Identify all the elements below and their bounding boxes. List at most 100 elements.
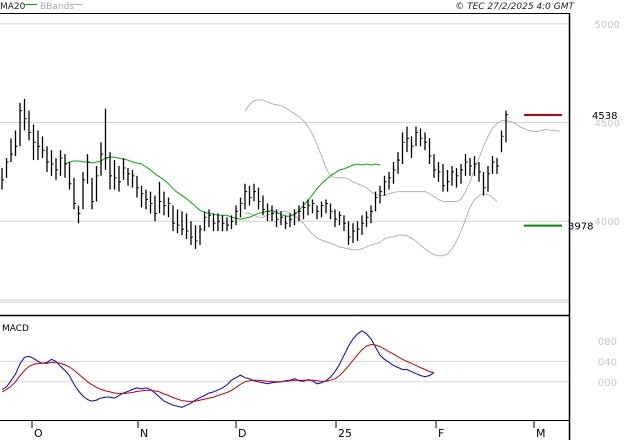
price-bar <box>100 142 103 176</box>
price-bar <box>244 183 247 210</box>
price-bar <box>505 110 508 143</box>
price-bars <box>1 98 508 249</box>
price-bar <box>212 213 216 232</box>
price-bar <box>73 177 76 210</box>
resistance-label: 4538 <box>592 111 617 122</box>
price-bar <box>19 102 22 147</box>
price-bar <box>23 98 27 131</box>
support-label: 3978 <box>568 222 593 233</box>
price-bar <box>185 213 189 239</box>
price-bar <box>248 185 252 206</box>
price-bar <box>59 150 63 176</box>
price-bar <box>55 158 58 180</box>
time-tick-label: N <box>140 427 148 440</box>
price-axis-tick-labels: 500045004000 <box>595 20 620 228</box>
ma20-legend-label: MA20 <box>0 2 26 12</box>
price-bar <box>113 160 117 190</box>
price-gridlines <box>0 23 569 303</box>
price-bar <box>370 205 373 224</box>
price-bar <box>433 154 436 178</box>
bbands-legend-label: BBands <box>40 2 74 12</box>
price-bar <box>82 171 85 210</box>
price-bar <box>446 169 450 192</box>
price-bar <box>437 162 441 182</box>
price-bar <box>131 169 135 188</box>
price-bar <box>379 185 382 204</box>
price-bar <box>253 183 256 202</box>
price-bar <box>469 158 472 176</box>
price-bar <box>257 187 261 210</box>
price-bar <box>365 211 369 228</box>
price-bar <box>347 221 351 245</box>
price-bar <box>28 110 31 141</box>
price-bar <box>158 181 162 214</box>
price-bar <box>118 165 121 192</box>
price-bar <box>487 165 490 192</box>
price-bar <box>424 132 427 151</box>
price-bar <box>149 191 153 214</box>
price-bar <box>343 215 346 232</box>
price-bar <box>226 217 229 232</box>
price-bar <box>410 136 414 159</box>
price-bar <box>325 199 328 214</box>
price-bar <box>482 171 486 196</box>
price-bar <box>419 128 423 147</box>
price-bar <box>127 167 130 186</box>
price-bar <box>311 199 315 214</box>
price-bar <box>451 165 454 186</box>
price-bar <box>91 177 94 210</box>
price-bar <box>181 211 184 236</box>
price-bar <box>329 203 333 220</box>
price-bar <box>401 132 405 164</box>
price-bar <box>109 152 112 190</box>
price-bar <box>77 205 81 224</box>
macd-tick-label: 000 <box>598 378 617 389</box>
time-axis-ticks: O N D 25 F M <box>31 420 546 440</box>
price-bar <box>145 189 148 210</box>
price-bar <box>406 126 409 153</box>
ma20-legend-swatch <box>25 4 37 5</box>
price-bar <box>415 126 418 147</box>
macd-axis-tick-labels: 080 040 000 <box>598 337 617 389</box>
price-tick-label: 5000 <box>595 20 620 31</box>
price-bar <box>392 162 396 184</box>
price-bar <box>37 130 40 161</box>
price-bar <box>194 225 198 249</box>
price-bar <box>455 167 459 188</box>
price-bar <box>320 201 324 218</box>
price-bar <box>338 211 342 226</box>
price-bar <box>5 158 9 178</box>
price-bar <box>163 191 166 216</box>
price-bar <box>46 146 49 172</box>
macd-tick-label: 040 <box>598 357 617 368</box>
price-bar <box>500 130 504 153</box>
price-bar <box>41 136 45 159</box>
price-bar <box>316 205 319 220</box>
price-bar <box>361 215 364 236</box>
price-bar <box>235 205 238 226</box>
price-bar <box>491 156 495 174</box>
price-bar <box>14 130 18 157</box>
price-bar <box>95 165 99 202</box>
price-bar <box>464 154 468 176</box>
price-bar <box>397 152 400 174</box>
price-bar <box>208 209 211 228</box>
price-panel: 500045004000 4538 3978 <box>0 13 620 303</box>
price-bar <box>221 215 225 232</box>
time-tick-label: 25 <box>338 427 352 440</box>
macd-tick-label: 080 <box>598 337 617 348</box>
price-bar <box>136 175 139 198</box>
price-bar <box>64 154 67 178</box>
price-bar <box>460 164 463 184</box>
price-bar <box>217 213 220 232</box>
time-tick-label: F <box>438 427 444 440</box>
price-bar <box>50 150 54 176</box>
macd-gridlines <box>0 360 569 383</box>
price-bar <box>266 203 270 222</box>
price-bar <box>104 108 108 170</box>
price-bar <box>239 197 243 218</box>
price-bar <box>199 225 202 245</box>
price-bar <box>383 175 387 196</box>
price-bar <box>167 197 171 218</box>
price-bar <box>388 171 391 190</box>
